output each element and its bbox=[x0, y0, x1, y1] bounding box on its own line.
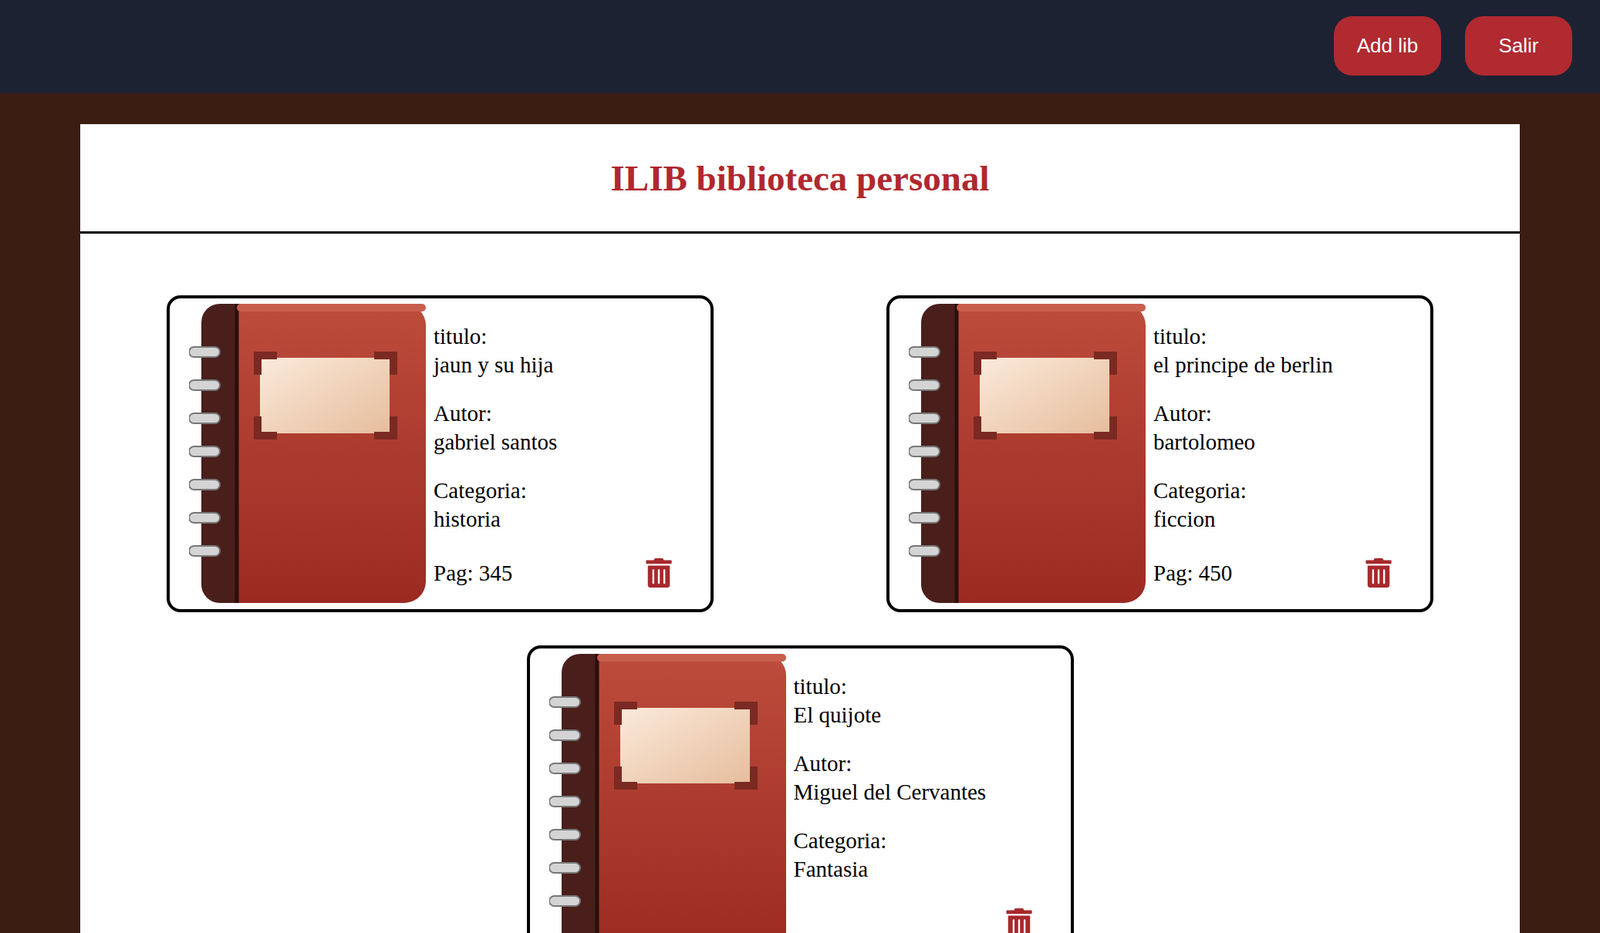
trash-icon[interactable] bbox=[1363, 558, 1394, 588]
book-info: titulo:El quijote Autor:Miguel del Cervan… bbox=[793, 654, 1048, 933]
book-field: Categoria:ficcion bbox=[1153, 476, 1408, 534]
field-label: Categoria: bbox=[1153, 476, 1408, 506]
delete-button[interactable] bbox=[1363, 558, 1394, 588]
book-cover-icon bbox=[189, 303, 426, 604]
book-info: titulo:el principe de berlin Autor:bartol… bbox=[1153, 303, 1408, 604]
book-pages: Pag: 450 bbox=[1153, 559, 1233, 588]
book-pages: Pag: 345 bbox=[433, 559, 513, 588]
delete-button[interactable] bbox=[1004, 908, 1034, 933]
field-label: titulo: bbox=[433, 322, 688, 352]
field-value: bartolomeo bbox=[1153, 428, 1408, 457]
book-card: titulo:El quijote Autor:Miguel del Cervan… bbox=[526, 645, 1074, 933]
book-info: titulo:jaun y su hija Autor:gabriel santo… bbox=[433, 303, 688, 604]
field-label: Autor: bbox=[1153, 399, 1408, 429]
book-field: titulo:jaun y su hija bbox=[433, 322, 688, 380]
book-card: titulo:el principe de berlin Autor:bartol… bbox=[886, 295, 1434, 613]
book-field: Autor:Miguel del Cervantes bbox=[793, 749, 1048, 807]
field-value: El quijote bbox=[793, 701, 1048, 730]
book-field: Categoria:historia bbox=[433, 476, 688, 534]
field-label: Categoria: bbox=[433, 476, 688, 506]
field-value: Fantasia bbox=[793, 855, 1048, 885]
book-field: titulo:el principe de berlin bbox=[1153, 322, 1408, 380]
bookshelf-background: ILIB biblioteca personaltitulo:jaun y su… bbox=[0, 93, 1600, 933]
book-footer bbox=[793, 908, 1048, 933]
book-cover-icon bbox=[549, 654, 787, 933]
book-cover-icon bbox=[908, 303, 1146, 604]
field-label: Autor: bbox=[433, 399, 688, 429]
field-label: Autor: bbox=[793, 749, 1048, 779]
field-value: historia bbox=[433, 505, 688, 534]
book-field: Autor:gabriel santos bbox=[433, 399, 688, 457]
book-footer: Pag: 450 bbox=[1153, 558, 1408, 588]
field-value: ficcion bbox=[1153, 505, 1408, 534]
nav-button[interactable]: Add lib bbox=[1333, 16, 1442, 76]
book-field: titulo:El quijote bbox=[793, 672, 1048, 730]
field-value: gabriel santos bbox=[433, 428, 688, 457]
trash-icon[interactable] bbox=[1004, 908, 1034, 933]
library-panel: ILIB biblioteca personaltitulo:jaun y su… bbox=[80, 124, 1520, 933]
field-label: titulo: bbox=[1153, 322, 1408, 352]
field-value: Miguel del Cervantes bbox=[793, 778, 1048, 807]
delete-button[interactable] bbox=[644, 558, 674, 588]
page: Add lib Salir ILIB biblioteca personal titu… bbox=[0, 0, 1600, 933]
field-value: jaun y su hija bbox=[433, 351, 688, 380]
navbar: Add lib Salir bbox=[0, 0, 1600, 94]
book-footer: Pag: 345 bbox=[433, 558, 688, 588]
field-value: el principe de berlin bbox=[1153, 351, 1408, 380]
trash-icon[interactable] bbox=[644, 558, 674, 588]
book-card: titulo:jaun y su hija Autor:gabriel santo… bbox=[166, 295, 714, 613]
book-list: titulo:jaun y su hijaAutor:gabriel santo… bbox=[80, 233, 1520, 933]
book-field: Autor:bartolomeo bbox=[1153, 399, 1408, 457]
field-label: Categoria: bbox=[793, 827, 1048, 856]
field-label: titulo: bbox=[793, 672, 1048, 702]
page-title: ILIB biblioteca personal bbox=[610, 157, 990, 200]
book-field: Categoria:Fantasia bbox=[793, 827, 1048, 885]
title-bar: ILIB biblioteca personal bbox=[80, 124, 1520, 234]
nav-button[interactable]: Salir bbox=[1464, 16, 1573, 76]
